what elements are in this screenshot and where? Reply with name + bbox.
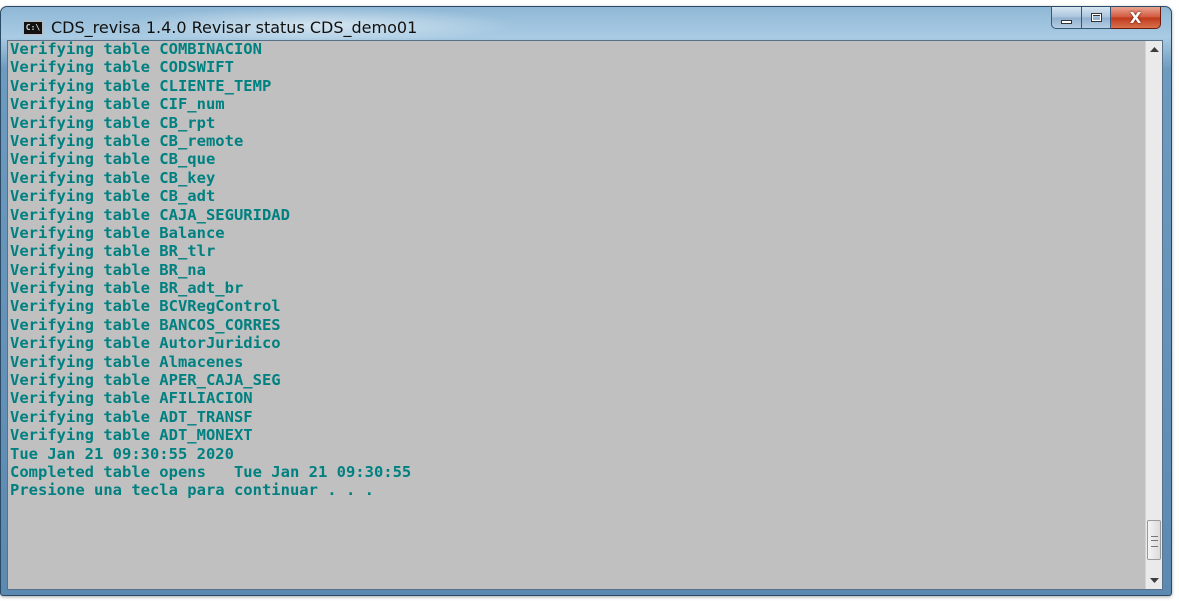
console-line: Verifying table CB_rpt (10, 113, 216, 132)
minimize-button[interactable] (1051, 7, 1082, 29)
scroll-up-arrow-icon (1149, 47, 1159, 52)
console-line: Verifying table CB_key (10, 168, 216, 187)
caption-buttons: X (1051, 7, 1161, 29)
console-line: Verifying table COMBINACION (10, 40, 262, 58)
thumb-grip-icon (1151, 536, 1158, 547)
vertical-scrollbar[interactable] (1145, 41, 1162, 589)
console-line: Verifying table Almacenes (10, 352, 244, 371)
scroll-down-arrow-icon (1149, 578, 1159, 583)
console-app-icon[interactable]: C:\ (23, 21, 43, 35)
console-line: Verifying table ADT_TRANSF (10, 407, 253, 426)
console-line: Completed table opens Tue Jan 21 09:30:5… (10, 462, 412, 481)
console-line: Verifying table BR_na (10, 260, 206, 279)
console-line: Verifying table CB_que (10, 150, 216, 169)
console-line: Tue Jan 21 09:30:55 2020 (10, 444, 234, 463)
console-line: Verifying table APER_CAJA_SEG (10, 371, 281, 390)
scrollbar-thumb[interactable] (1147, 520, 1161, 560)
console-line: Verifying table AFILIACION (10, 389, 253, 408)
console-line: Verifying table CLIENTE_TEMP (10, 76, 272, 95)
console-line: Verifying table CIF_num (10, 95, 225, 114)
console-line: Verifying table CODSWIFT (10, 58, 234, 77)
console-line: Verifying table BCVRegControl (10, 297, 281, 316)
maximize-button[interactable] (1082, 7, 1111, 29)
console-area[interactable]: Verifying table COMBINACION Verifying tab… (7, 40, 1163, 590)
scroll-up-button[interactable] (1146, 41, 1162, 58)
close-icon: X (1129, 8, 1142, 27)
console-line: Verifying table CB_remote (10, 131, 244, 150)
maximize-icon (1090, 13, 1102, 22)
console-line: Verifying table CAJA_SEGURIDAD (10, 205, 290, 224)
console-window: C:\ CDS_revisa 1.4.0 Revisar status CDS_… (0, 6, 1172, 596)
scroll-down-button[interactable] (1146, 572, 1162, 589)
console-output: Verifying table COMBINACION Verifying tab… (10, 40, 1143, 589)
minimize-icon (1061, 19, 1072, 24)
console-line: Presione una tecla para continuar . . . (10, 481, 374, 500)
console-line: Verifying table BANCOS_CORRES (10, 315, 281, 334)
console-line: Verifying table Balance (10, 223, 225, 242)
close-button[interactable]: X (1111, 7, 1161, 29)
console-line: Verifying table ADT_MONEXT (10, 426, 253, 445)
console-line: Verifying table AutorJuridico (10, 334, 281, 353)
window-title: CDS_revisa 1.4.0 Revisar status CDS_demo… (51, 18, 418, 37)
console-line: Verifying table CB_adt (10, 187, 216, 206)
console-line: Verifying table BR_adt_br (10, 279, 244, 298)
console-line: Verifying table BR_tlr (10, 242, 216, 261)
